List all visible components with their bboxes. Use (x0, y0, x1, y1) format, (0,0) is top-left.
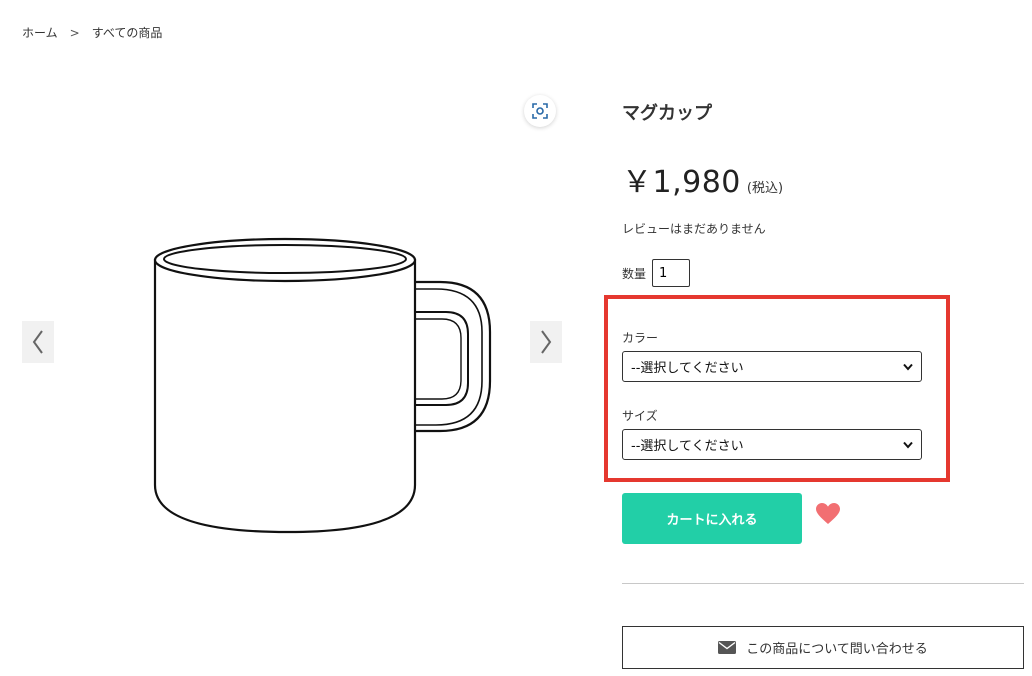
zoom-button[interactable] (524, 95, 556, 127)
gallery-next-button[interactable] (530, 321, 562, 363)
size-select[interactable]: --選択してください (622, 429, 922, 460)
product-gallery (22, 95, 562, 595)
divider (622, 583, 1024, 584)
color-select[interactable]: --選択してください (622, 351, 922, 382)
size-label: サイズ (622, 409, 658, 423)
breadcrumb: ホーム > すべての商品 (22, 24, 162, 41)
chevron-down-icon (903, 363, 913, 371)
contact-label: この商品について問い合わせる (746, 642, 928, 657)
size-select-value: --選択してください (631, 439, 744, 454)
heart-icon (816, 503, 840, 524)
zoom-scan-icon (532, 103, 548, 119)
envelope-icon (718, 641, 737, 654)
price-amount: ￥1,980 (622, 165, 741, 200)
product-image-mug (153, 237, 492, 534)
favorite-button[interactable] (815, 502, 841, 530)
price-tax-note: (税込) (746, 181, 784, 196)
review-status: レビューはまだありません (622, 222, 766, 236)
options-highlight-box: カラー --選択してください サイズ --選択してください (604, 295, 950, 482)
quantity-row: 数量 (622, 259, 691, 287)
chevron-down-icon (903, 441, 913, 449)
product-price: ￥1,980 (税込) (622, 157, 783, 201)
chevron-left-icon (32, 330, 43, 354)
breadcrumb-current-link[interactable]: すべての商品 (92, 24, 163, 41)
color-label: カラー (622, 331, 659, 345)
chevron-right-icon (541, 330, 552, 354)
product-title: マグカップ (622, 103, 712, 124)
add-to-cart-button[interactable]: カートに入れる (622, 493, 802, 544)
quantity-input[interactable] (652, 259, 691, 287)
breadcrumb-separator: > (69, 25, 80, 40)
breadcrumb-home-link[interactable]: ホーム (22, 24, 58, 41)
contact-button[interactable]: この商品について問い合わせる (622, 626, 1024, 669)
gallery-prev-button[interactable] (22, 321, 54, 363)
color-select-value: --選択してください (631, 361, 744, 376)
quantity-label: 数量 (622, 266, 647, 281)
